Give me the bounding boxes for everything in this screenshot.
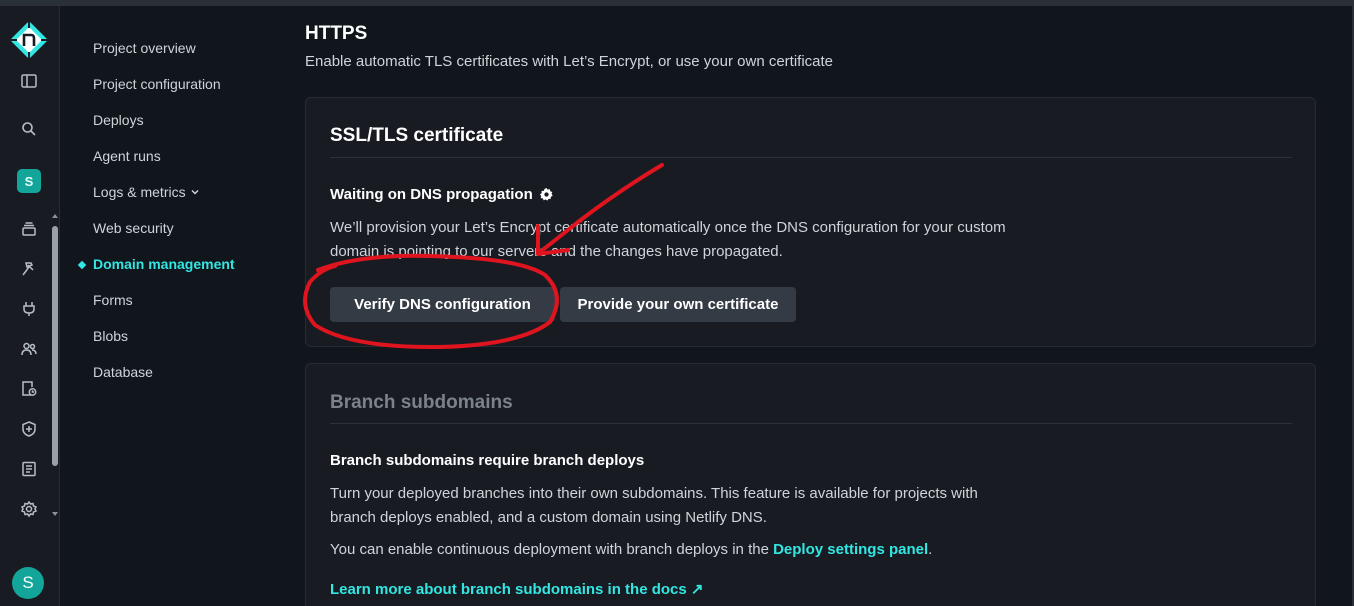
ssl-certificate-card: SSL/TLS certificate Waiting on DNS propa… [305, 97, 1316, 347]
clock-file-icon[interactable] [18, 378, 40, 400]
gear-icon [539, 187, 553, 201]
nav-item-logs-metrics[interactable]: Logs & metrics [93, 184, 200, 200]
branch-subdomains-card: Branch subdomains Branch subdomains requ… [305, 363, 1316, 606]
hammer-icon[interactable] [18, 258, 40, 280]
card-title: SSL/TLS certificate [330, 125, 504, 146]
nav-item-label: Logs & metrics [93, 184, 186, 200]
main-content: HTTPS Enable automatic TLS certificates … [305, 6, 1354, 606]
project-nav: Project overview Project configuration D… [61, 6, 286, 606]
icon-rail: S S [0, 6, 60, 606]
branch-description: Turn your deployed branches into their o… [330, 485, 978, 526]
nav-item-label: Project configuration [93, 76, 221, 92]
provide-certificate-button[interactable]: Provide your own certificate [560, 287, 796, 322]
section-subtitle: Enable automatic TLS certificates with L… [305, 53, 834, 70]
stack-icon[interactable] [18, 218, 40, 240]
status-heading-text: Waiting on DNS propagation [330, 186, 533, 203]
nav-item-label: Forms [93, 292, 133, 308]
branch-deploys-heading: Branch subdomains require branch deploys [330, 452, 645, 469]
nav-item-label: Blobs [93, 328, 129, 344]
section-title: HTTPS [305, 23, 368, 44]
ssl-description: We’ll provision your Let’s Encrypt certi… [330, 219, 1006, 260]
nav-item-label: Deploys [93, 112, 144, 128]
scrollbar-thumb[interactable] [52, 226, 58, 466]
site-badge[interactable]: S [17, 169, 41, 193]
plug-icon[interactable] [18, 298, 40, 320]
chevron-down-icon [191, 189, 199, 195]
nav-item-project-configuration[interactable]: Project configuration [93, 76, 221, 92]
card-title: Branch subdomains [330, 392, 513, 413]
divider [330, 157, 1292, 158]
active-indicator [77, 260, 87, 270]
rail-scrollbar[interactable] [51, 214, 59, 516]
shield-icon[interactable] [18, 418, 40, 440]
continuous-deployment-text: You can enable continuous deployment wit… [330, 538, 1030, 562]
logs-icon[interactable] [18, 458, 40, 480]
nav-item-deploys[interactable]: Deploys [93, 112, 144, 128]
nav-item-label: Database [93, 364, 153, 380]
settings-icon[interactable] [18, 498, 40, 520]
nav-item-web-security[interactable]: Web security [93, 220, 174, 236]
search-icon[interactable] [18, 118, 40, 140]
nav-item-domain-management[interactable]: Domain management [77, 256, 235, 272]
nav-item-label: Agent runs [93, 148, 161, 164]
nav-item-blobs[interactable]: Blobs [93, 328, 128, 344]
team-icon[interactable] [18, 338, 40, 360]
scroll-up-arrow[interactable] [52, 214, 58, 218]
branch-subdomains-docs-link[interactable]: Learn more about branch subdomains in th… [330, 578, 1010, 602]
divider [330, 423, 1292, 424]
nav-item-label: Domain management [93, 256, 235, 272]
dns-status-heading: Waiting on DNS propagation [330, 186, 554, 203]
nav-item-forms[interactable]: Forms [93, 292, 133, 308]
avatar[interactable]: S [12, 567, 44, 599]
cd-text: You can enable continuous deployment wit… [330, 541, 774, 558]
nav-item-label: Web security [93, 220, 174, 236]
deploy-settings-link[interactable]: Deploy settings panel [773, 541, 928, 558]
nav-item-agent-runs[interactable]: Agent runs [93, 148, 161, 164]
scroll-down-arrow[interactable] [52, 512, 58, 516]
cd-end: . [928, 541, 933, 558]
sidebar-toggle-icon[interactable] [18, 70, 40, 92]
nav-item-label: Project overview [93, 40, 196, 56]
verify-dns-button[interactable]: Verify DNS configuration [330, 287, 555, 322]
nav-item-project-overview[interactable]: Project overview [93, 40, 196, 56]
nav-item-database[interactable]: Database [93, 364, 153, 380]
netlify-logo-icon[interactable] [9, 20, 49, 60]
